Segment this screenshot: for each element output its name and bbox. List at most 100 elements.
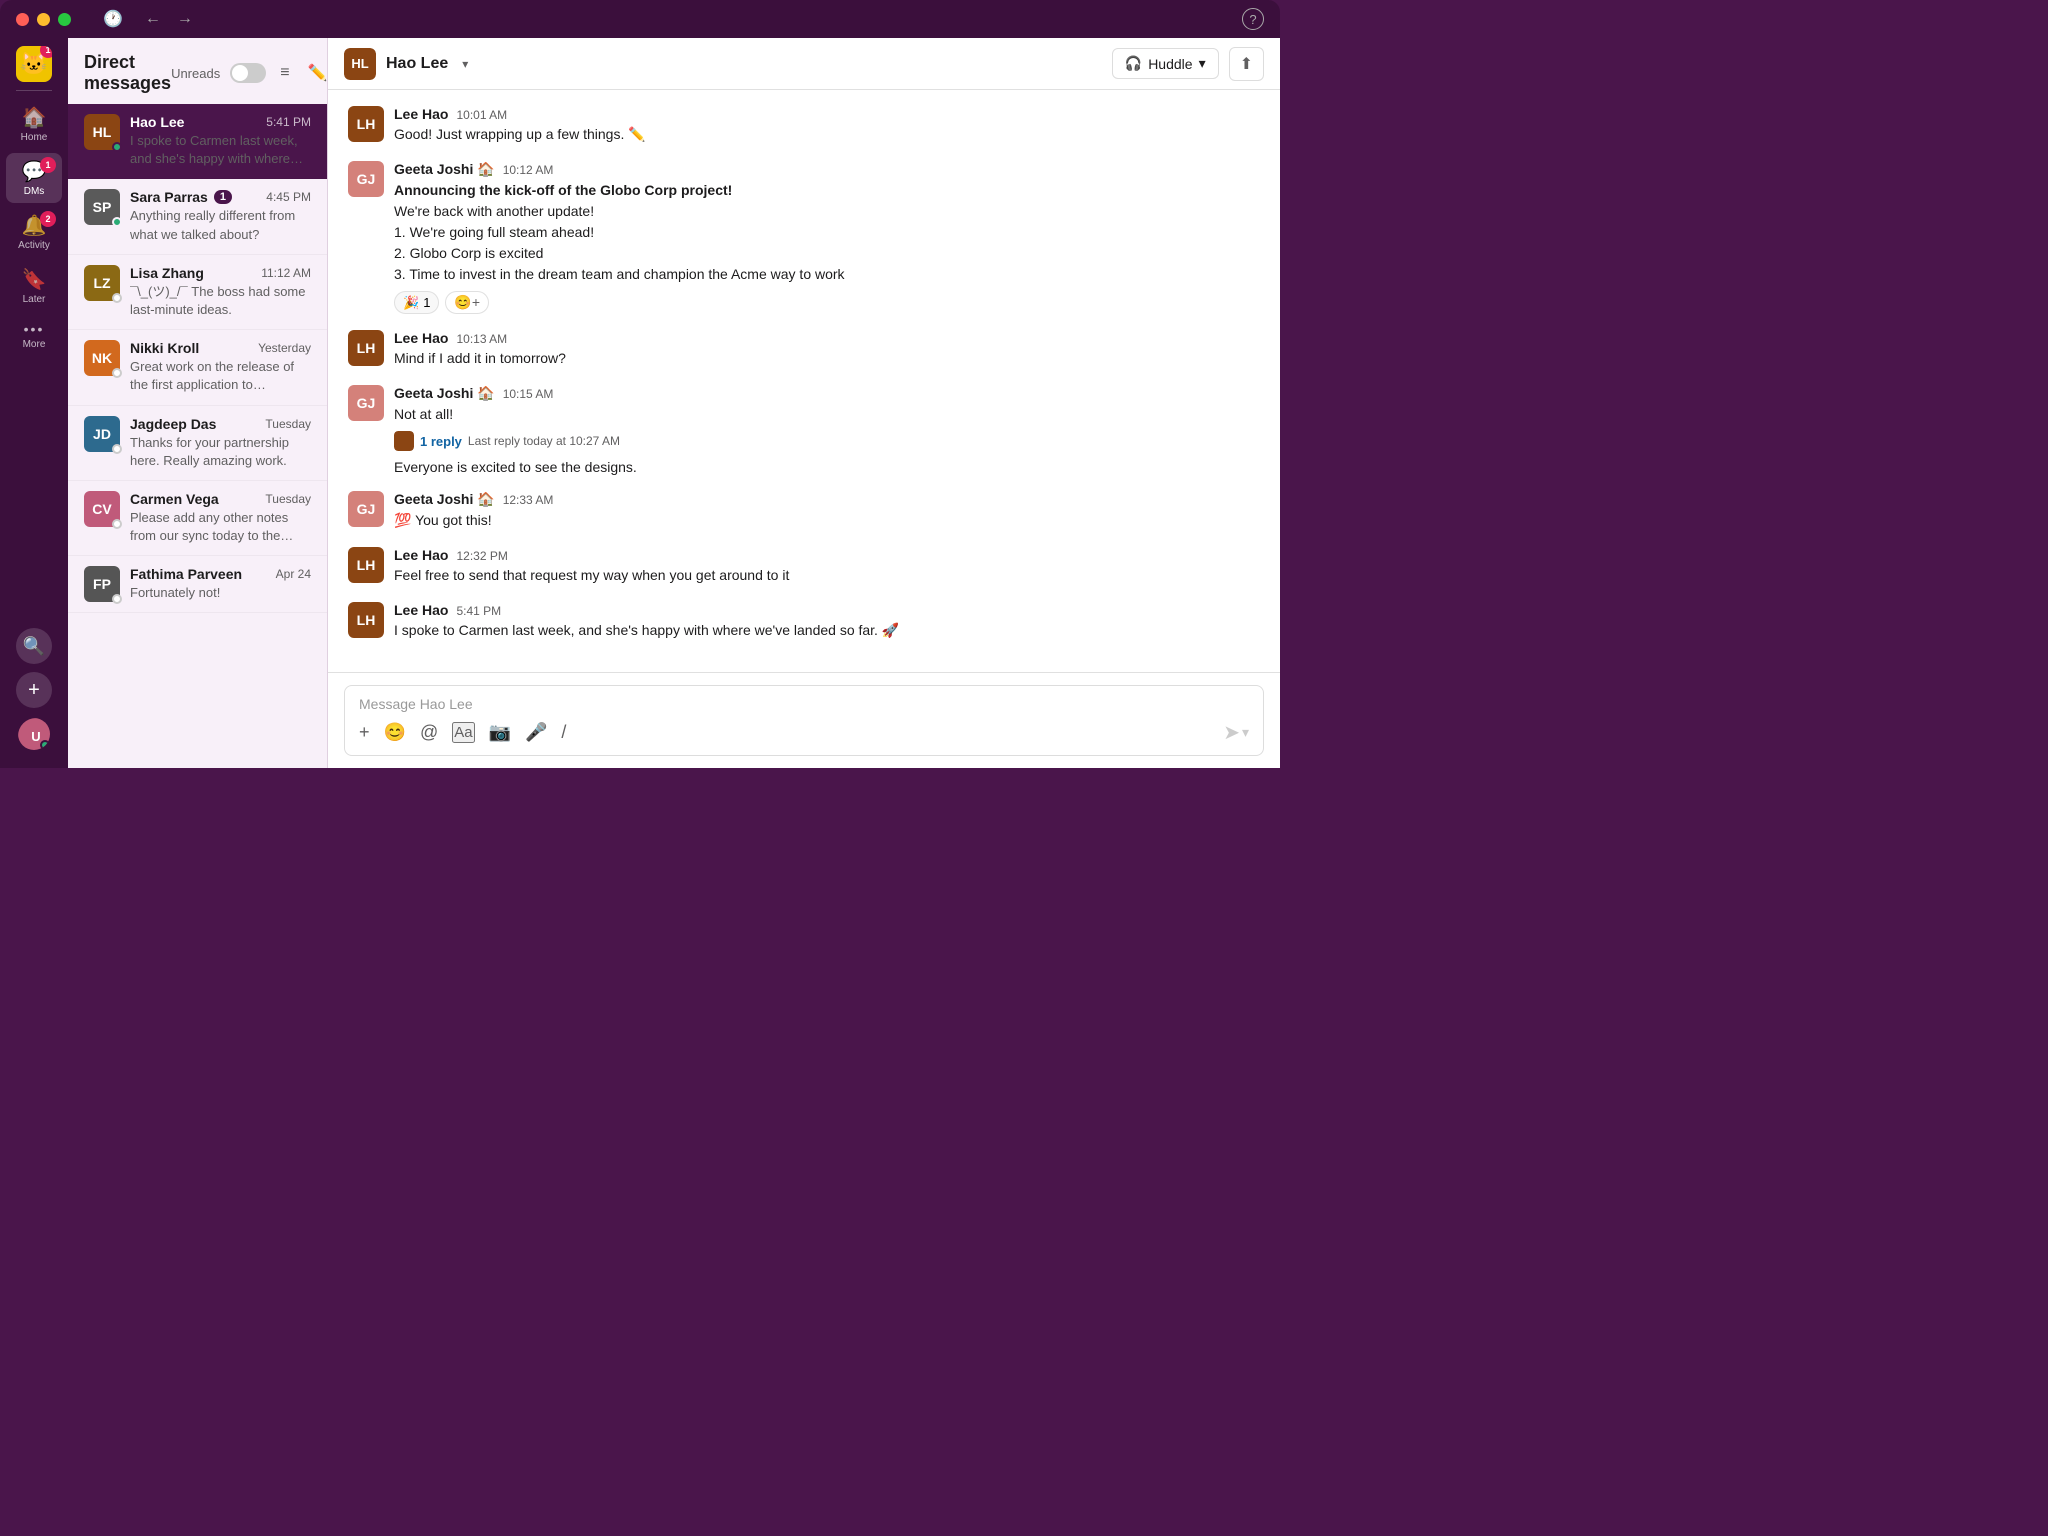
- dm-item-hao-lee[interactable]: HL Hao Lee 5:41 PM I spoke to Carmen las…: [68, 104, 327, 179]
- sara-status-dot: [112, 217, 122, 227]
- search-icon: 🔍: [23, 636, 45, 657]
- msg-body-2: Geeta Joshi 🏠 10:12 AM Announcing the ki…: [394, 161, 1260, 314]
- input-send-group: ➤ ▾: [1223, 720, 1249, 745]
- msg-time-2: 10:12 AM: [503, 163, 554, 177]
- history-icon: 🕐: [103, 9, 123, 29]
- dm-panel: Direct messages Unreads ≡ ✏️ HL Hao: [68, 38, 328, 768]
- dm-avatar-wrap-sara: SP: [84, 189, 120, 225]
- sidebar-bottom: 🔍 + U: [16, 628, 52, 760]
- dm-avatar-wrap-lisa: LZ: [84, 265, 120, 301]
- workspace-avatar[interactable]: 🐱 1: [16, 46, 52, 82]
- chat-header-right: 🎧 Huddle ▾ ⬆: [1112, 47, 1264, 81]
- msg-time-7: 5:41 PM: [456, 604, 501, 618]
- message-group-7: LH Lee Hao 5:41 PM I spoke to Carmen las…: [348, 602, 1260, 641]
- chat-panel: HL Hao Lee ▾ 🎧 Huddle ▾ ⬆ LH: [328, 38, 1280, 768]
- dm-row1-hao: Hao Lee 5:41 PM: [130, 114, 311, 130]
- msg-avatar-3: LH: [348, 330, 384, 366]
- add-icon: +: [28, 679, 40, 702]
- sidebar-item-home[interactable]: 🏠 Home: [6, 99, 62, 149]
- thread-reply-count: 1 reply: [420, 434, 462, 449]
- carmen-time: Tuesday: [265, 492, 311, 506]
- close-button[interactable]: [16, 13, 29, 26]
- huddle-button[interactable]: 🎧 Huddle ▾: [1112, 48, 1219, 79]
- user-avatar[interactable]: U: [16, 716, 52, 752]
- reaction-party-2[interactable]: 🎉 1: [394, 291, 439, 314]
- send-button[interactable]: ➤: [1223, 720, 1240, 745]
- msg-line-2-1: 1. We're going full steam ahead!: [394, 224, 594, 240]
- msg-author-6: Lee Hao: [394, 547, 448, 563]
- jagdeep-time: Tuesday: [265, 417, 311, 431]
- msg-avatar-1: LH: [348, 106, 384, 142]
- sidebar-label-later: Later: [23, 294, 46, 305]
- traffic-lights: [16, 13, 71, 26]
- dm-row1-lisa: Lisa Zhang 11:12 AM: [130, 265, 311, 281]
- send-caret-button[interactable]: ▾: [1242, 724, 1249, 741]
- msg-author-4: Geeta Joshi 🏠: [394, 385, 495, 402]
- messages-area: LH Lee Hao 10:01 AM Good! Just wrapping …: [328, 90, 1280, 672]
- msg-author-1: Lee Hao: [394, 106, 448, 122]
- msg-body-1: Lee Hao 10:01 AM Good! Just wrapping up …: [394, 106, 1260, 145]
- dm-header: Direct messages Unreads ≡ ✏️: [68, 38, 327, 104]
- sara-badge: 1: [214, 190, 232, 204]
- sidebar-item-dms[interactable]: 💬 DMs 1: [6, 153, 62, 203]
- chat-user-name[interactable]: Hao Lee: [386, 55, 448, 73]
- dm-item-carmen[interactable]: CV Carmen Vega Tuesday Please add any ot…: [68, 481, 327, 556]
- dm-item-fathima[interactable]: FP Fathima Parveen Apr 24 Fortunately no…: [68, 556, 327, 613]
- search-button[interactable]: 🔍: [16, 628, 52, 664]
- video-button[interactable]: 📷: [489, 722, 511, 743]
- nikki-preview: Great work on the release of the first a…: [130, 358, 311, 394]
- thread-avatar-img: [394, 431, 414, 451]
- back-button[interactable]: ←: [139, 8, 167, 30]
- dm-row1-nikki: Nikki Kroll Yesterday: [130, 340, 311, 356]
- dm-item-lisa[interactable]: LZ Lisa Zhang 11:12 AM ¯\_(ツ)_/¯ The bos…: [68, 255, 327, 330]
- unreads-label: Unreads: [171, 66, 220, 81]
- msg-text-7: I spoke to Carmen last week, and she's h…: [394, 620, 1260, 641]
- sara-time: 4:45 PM: [266, 190, 311, 204]
- forward-button[interactable]: →: [171, 8, 199, 30]
- mention-button[interactable]: @: [420, 722, 438, 743]
- add-button[interactable]: +: [16, 672, 52, 708]
- message-group-2: GJ Geeta Joshi 🏠 10:12 AM Announcing the…: [348, 161, 1260, 314]
- msg-header-4: Geeta Joshi 🏠 10:15 AM: [394, 385, 1260, 402]
- minimize-button[interactable]: [37, 13, 50, 26]
- dm-item-sara[interactable]: SP Sara Parras 1 4:45 PM Anything really…: [68, 179, 327, 254]
- sara-preview: Anything really different from what we t…: [130, 207, 311, 243]
- hao-time: 5:41 PM: [266, 115, 311, 129]
- dm-item-nikki[interactable]: NK Nikki Kroll Yesterday Great work on t…: [68, 330, 327, 405]
- emoji-button[interactable]: 😊: [384, 722, 406, 743]
- attach-button[interactable]: +: [359, 722, 370, 743]
- thread-reply-4[interactable]: 1 reply Last reply today at 10:27 AM: [394, 431, 1260, 451]
- nikki-status-dot: [112, 368, 122, 378]
- nikki-time: Yesterday: [258, 341, 311, 355]
- standalone-text-4b: Everyone is excited to see the designs.: [394, 459, 1260, 475]
- dm-row1-carmen: Carmen Vega Tuesday: [130, 491, 311, 507]
- text-format-button[interactable]: Aa: [452, 722, 474, 743]
- maximize-button[interactable]: [58, 13, 71, 26]
- input-placeholder[interactable]: Message Hao Lee: [359, 696, 1249, 712]
- share-button[interactable]: ⬆: [1229, 47, 1264, 81]
- help-button[interactable]: ?: [1242, 8, 1264, 30]
- audio-button[interactable]: 🎤: [525, 722, 547, 743]
- title-bar-center: 🕐 ← →: [83, 8, 1230, 30]
- sidebar-item-activity[interactable]: 🔔 Activity 2: [6, 207, 62, 257]
- sidebar-item-more[interactable]: ••• More: [6, 315, 62, 356]
- msg-time-5: 12:33 AM: [503, 493, 554, 507]
- msg-header-7: Lee Hao 5:41 PM: [394, 602, 1260, 618]
- msg-line-2-2: 2. Globo Corp is excited: [394, 245, 543, 261]
- dm-content-fathima: Fathima Parveen Apr 24 Fortunately not!: [130, 566, 311, 602]
- hao-name: Hao Lee: [130, 114, 184, 130]
- share-icon: ⬆: [1240, 56, 1253, 73]
- dm-item-jagdeep[interactable]: JD Jagdeep Das Tuesday Thanks for your p…: [68, 406, 327, 481]
- sidebar-item-later[interactable]: 🔖 Later: [6, 261, 62, 311]
- filter-button[interactable]: ≡: [276, 60, 293, 86]
- dms-badge: 1: [40, 157, 56, 173]
- unreads-toggle[interactable]: [230, 63, 266, 83]
- msg-text-3: Mind if I add it in tomorrow?: [394, 348, 1260, 369]
- sidebar-label-activity: Activity: [18, 240, 50, 251]
- title-bar: 🕐 ← → ?: [0, 0, 1280, 38]
- thread-avatar-4: [394, 431, 414, 451]
- msg-body-5: Geeta Joshi 🏠 12:33 AM 💯 You got this!: [394, 491, 1260, 531]
- hao-status-dot: [112, 142, 122, 152]
- slash-button[interactable]: /: [561, 722, 566, 743]
- add-reaction-2[interactable]: 😊+: [445, 291, 489, 314]
